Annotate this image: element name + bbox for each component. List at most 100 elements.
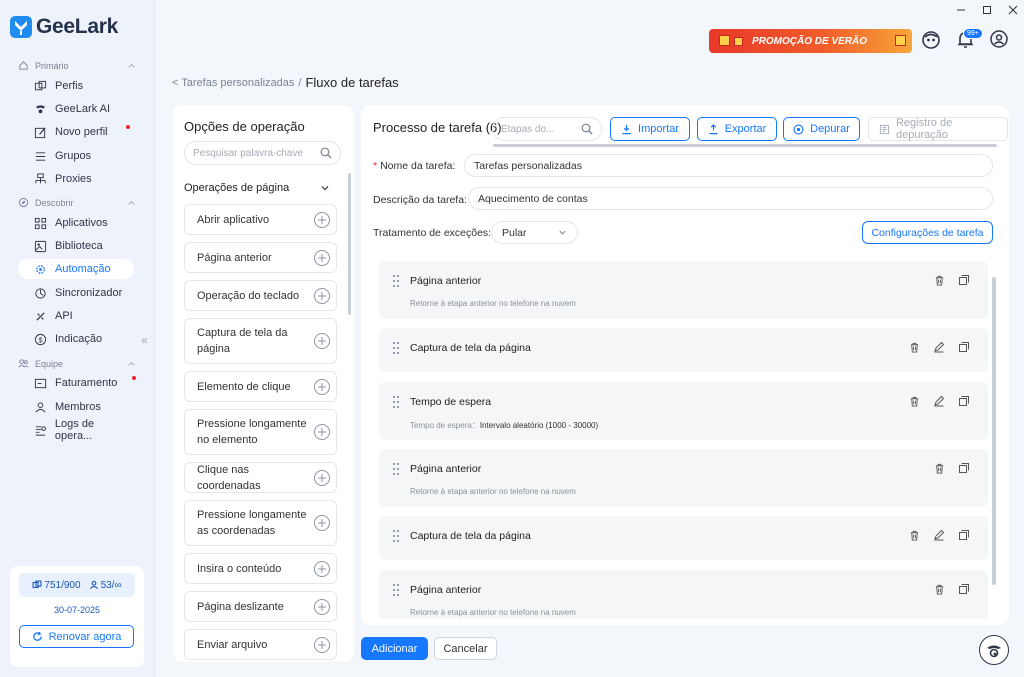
delete-icon[interactable] — [909, 396, 920, 407]
app-logo[interactable]: GeeLark — [10, 15, 118, 39]
drag-handle-icon[interactable] — [393, 396, 399, 408]
add-operation-icon[interactable] — [314, 515, 330, 531]
chevron-up-icon — [128, 200, 135, 205]
task-settings-button[interactable]: Configurações de tarefa — [862, 221, 993, 244]
step-card[interactable]: Página anterior Retorne à etapa anterior… — [379, 570, 988, 619]
add-operation-icon[interactable] — [314, 287, 330, 304]
operation-item[interactable]: Enviar arquivo — [184, 629, 337, 660]
page-operations-group-toggle[interactable]: Operações de página — [184, 182, 330, 194]
sidebar-item-faturamento[interactable]: Faturamento — [18, 373, 136, 393]
assistant-button[interactable] — [979, 635, 1009, 665]
members-icon — [35, 401, 46, 412]
drag-handle-icon[interactable] — [393, 463, 399, 475]
task-description-input[interactable]: Aquecimento de contas — [468, 187, 993, 210]
operation-item[interactable]: Elemento de clique — [184, 371, 337, 402]
operation-item[interactable]: Pressione longamente as coordenadas — [184, 500, 337, 546]
support-avatar-button[interactable] — [921, 30, 941, 50]
delete-icon[interactable] — [934, 584, 945, 595]
delete-icon[interactable] — [934, 463, 945, 474]
section-equipe[interactable]: Equipe — [18, 358, 136, 369]
collapse-sidebar-icon[interactable]: « — [141, 333, 148, 347]
section-descobrir[interactable]: Descobrir — [18, 197, 136, 208]
steps-scrollbar[interactable] — [992, 277, 996, 585]
sidebar-item-sincronizador[interactable]: Sincronizador — [18, 283, 134, 303]
toolbar-scrollbar[interactable] — [493, 144, 997, 147]
sidebar-item-aplicativos[interactable]: Aplicativos — [18, 213, 134, 233]
add-button[interactable]: Adicionar — [361, 637, 428, 660]
edit-icon[interactable] — [933, 395, 945, 407]
section-primario[interactable]: Primário — [18, 60, 136, 71]
copy-icon[interactable] — [958, 395, 970, 407]
sidebar-item-biblioteca[interactable]: Biblioteca — [18, 236, 134, 256]
svg-text:$: $ — [38, 335, 42, 344]
sidebar-item-label: API — [55, 310, 73, 322]
delete-icon[interactable] — [909, 342, 920, 353]
task-name-input[interactable]: Tarefas personalizadas — [464, 154, 993, 177]
debug-button[interactable]: Depurar — [783, 117, 860, 141]
operation-item[interactable]: Página anterior — [184, 242, 337, 273]
copy-icon[interactable] — [958, 529, 970, 541]
operation-item[interactable]: Operação do teclado — [184, 280, 337, 311]
section-label: Equipe — [35, 358, 64, 369]
add-operation-icon[interactable] — [314, 333, 330, 349]
copy-icon[interactable] — [958, 274, 970, 286]
minimize-button[interactable] — [956, 5, 966, 15]
delete-icon[interactable] — [934, 275, 945, 286]
sidebar-item-grupos[interactable]: Grupos — [18, 146, 134, 166]
sidebar-item-membros[interactable]: Membros — [18, 397, 134, 417]
operation-item[interactable]: Pressione longamente no elemento — [184, 409, 337, 455]
operation-item[interactable]: Abrir aplicativo — [184, 204, 337, 235]
debug-log-button[interactable]: Registro de depuração — [868, 117, 1008, 141]
copy-icon[interactable] — [958, 462, 970, 474]
sidebar-item-perfis[interactable]: Perfis — [18, 76, 134, 96]
renew-button[interactable]: Renovar agora — [19, 625, 134, 648]
operation-item[interactable]: Página deslizante — [184, 591, 337, 622]
step-card[interactable]: Captura de tela da página — [379, 328, 988, 372]
drag-handle-icon[interactable] — [393, 530, 399, 542]
add-operation-icon[interactable] — [314, 636, 330, 653]
sidebar-item-api[interactable]: API — [18, 306, 134, 326]
operations-search-input[interactable]: Pesquisar palavra-chave — [184, 141, 341, 165]
step-card[interactable]: Tempo de espera Tempo de espera：Interval… — [379, 382, 988, 440]
sidebar-item-logs[interactable]: Logs de opera... — [18, 418, 134, 442]
import-button[interactable]: Importar — [610, 117, 690, 141]
add-operation-icon[interactable] — [314, 378, 330, 395]
operation-item[interactable]: Insira o conteúdo — [184, 553, 337, 584]
maximize-button[interactable] — [982, 5, 992, 15]
copy-icon[interactable] — [958, 583, 970, 595]
sidebar-item-geelark-ai[interactable]: GeeLark AI — [18, 99, 134, 119]
account-button[interactable] — [990, 30, 1008, 48]
drag-handle-icon[interactable] — [393, 275, 399, 287]
close-button[interactable] — [1008, 5, 1018, 15]
add-operation-icon[interactable] — [314, 211, 330, 228]
add-operation-icon[interactable] — [314, 469, 330, 486]
operation-item[interactable]: Clique nas coordenadas — [184, 462, 337, 493]
add-operation-icon[interactable] — [314, 560, 330, 577]
operations-scrollbar[interactable] — [348, 173, 351, 315]
sidebar-item-novo-perfil[interactable]: Novo perfil — [18, 122, 134, 142]
promo-banner[interactable]: PROMOÇÃO DE VERÃO — [709, 29, 912, 53]
sidebar-item-label: Sincronizador — [55, 287, 123, 299]
edit-icon[interactable] — [933, 529, 945, 541]
drag-handle-icon[interactable] — [393, 584, 399, 596]
export-button[interactable]: Exportar — [697, 117, 777, 141]
operation-item[interactable]: Captura de tela da página — [184, 318, 337, 364]
copy-icon[interactable] — [958, 341, 970, 353]
step-card[interactable]: Captura de tela da página — [379, 516, 988, 560]
drag-handle-icon[interactable] — [393, 342, 399, 354]
sidebar-item-proxies[interactable]: Proxies — [18, 169, 134, 189]
sidebar-item-automacao[interactable]: Automação — [18, 259, 134, 279]
step-card[interactable]: Página anterior Retorne à etapa anterior… — [379, 449, 988, 507]
steps-search-input[interactable]: Etapas do... — [492, 117, 602, 141]
delete-icon[interactable] — [909, 530, 920, 541]
sidebar-item-indicacao[interactable]: $ Indicação — [18, 329, 134, 349]
add-operation-icon[interactable] — [314, 249, 330, 266]
exception-handling-select[interactable]: Pular — [491, 221, 578, 244]
breadcrumb-parent-link[interactable]: < Tarefas personalizadas — [172, 77, 294, 89]
add-operation-icon[interactable] — [314, 424, 330, 440]
list-icon — [35, 151, 46, 161]
cancel-button[interactable]: Cancelar — [434, 637, 497, 660]
step-card[interactable]: Página anterior Retorne à etapa anterior… — [379, 261, 988, 319]
add-operation-icon[interactable] — [314, 598, 330, 615]
edit-icon[interactable] — [933, 341, 945, 353]
